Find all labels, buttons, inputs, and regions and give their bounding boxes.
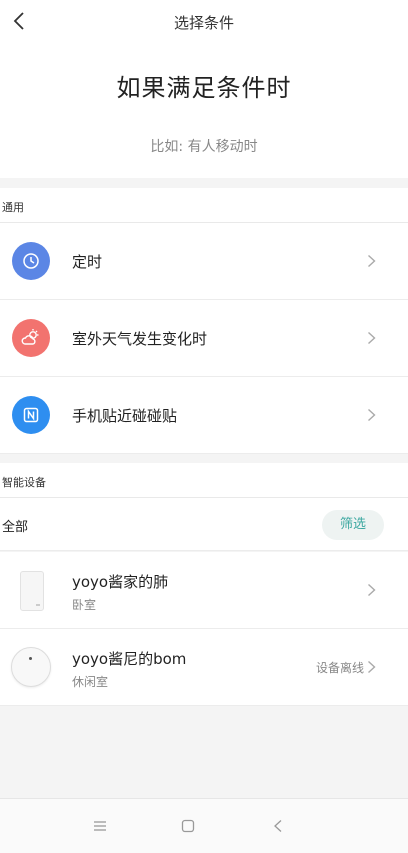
system-nav-bar: [0, 798, 408, 853]
all-devices-label: 全部: [2, 520, 29, 535]
robot-vacuum-thumbnail: [11, 647, 51, 687]
section-label-general: 通用: [2, 201, 24, 214]
device-status: 设备离线: [315, 661, 364, 675]
back-button[interactable]: [4, 6, 34, 36]
condition-item-nfc[interactable]: 手机贴近碰碰贴: [0, 377, 408, 454]
device-room: 卧室: [72, 598, 97, 612]
device-name: yoyo酱家的肺: [72, 573, 169, 591]
device-filter-bar: 全部 筛选: [0, 498, 408, 551]
condition-label: 手机贴近碰碰贴: [72, 407, 178, 425]
section-header-smart-devices: 智能设备: [0, 463, 408, 498]
chevron-right-icon: [368, 583, 376, 597]
menu-icon: [94, 821, 106, 831]
page-title: 选择条件: [173, 13, 234, 32]
clock-icon: [12, 242, 50, 280]
filter-button[interactable]: 筛选: [322, 510, 384, 540]
chevron-right-icon: [368, 254, 376, 268]
device-room: 休闲室: [72, 675, 109, 689]
device-item[interactable]: yoyo酱尼的bom 休闲室 设备离线: [0, 629, 408, 706]
condition-item-weather[interactable]: 室外天气发生变化时: [0, 300, 408, 377]
condition-label: 室外天气发生变化时: [72, 330, 208, 348]
chevron-right-icon: [368, 331, 376, 345]
hero-subtitle: 比如: 有人移动时: [150, 139, 258, 155]
condition-item-timer[interactable]: 定时: [0, 223, 408, 300]
weather-icon: [12, 319, 50, 357]
chevron-right-icon: [368, 660, 376, 674]
section-header-general: 通用: [0, 188, 408, 223]
device-thumbnail: [20, 571, 44, 611]
nav-back-icon: [274, 820, 282, 832]
nfc-icon: [12, 396, 50, 434]
device-name: yoyo酱尼的bom: [72, 650, 187, 668]
hero-title: 如果满足条件时: [116, 74, 292, 102]
condition-label: 定时: [72, 253, 103, 271]
home-button[interactable]: [178, 816, 198, 836]
home-square-icon: [181, 819, 195, 833]
hero-section: 如果满足条件时 比如: 有人移动时: [0, 44, 408, 178]
back-arrow-icon: [13, 12, 24, 30]
top-bar: 选择条件: [0, 0, 408, 44]
chevron-right-icon: [368, 408, 376, 422]
menu-button[interactable]: [90, 816, 110, 836]
device-item[interactable]: yoyo酱家的肺 卧室: [0, 552, 408, 629]
nav-back-button[interactable]: [268, 816, 288, 836]
section-label-smart-devices: 智能设备: [2, 476, 46, 489]
